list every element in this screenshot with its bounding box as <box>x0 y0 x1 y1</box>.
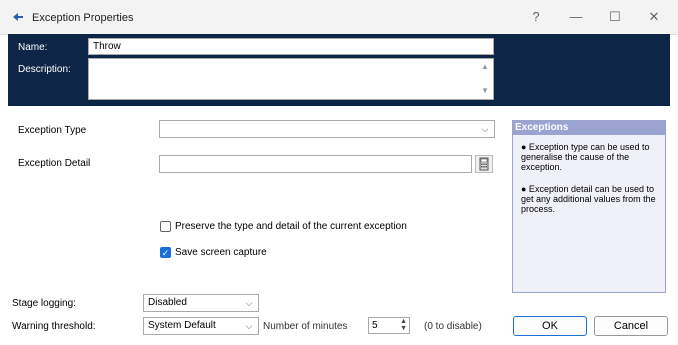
description-label: Description: <box>18 64 71 75</box>
scroll-up-icon[interactable]: ▲ <box>480 62 490 72</box>
cancel-button[interactable]: Cancel <box>594 316 668 336</box>
warning-threshold-select[interactable]: System Default ⌵ <box>143 317 259 335</box>
scroll-down-icon[interactable]: ▼ <box>480 86 490 96</box>
stage-logging-select[interactable]: Disabled ⌵ <box>143 294 259 312</box>
stage-logging-label: Stage logging: <box>12 298 76 309</box>
preserve-checkbox[interactable] <box>160 221 171 232</box>
exception-type-label: Exception Type <box>18 125 87 136</box>
minutes-value: 5 <box>372 320 378 331</box>
disable-hint: (0 to disable) <box>424 321 482 332</box>
calculator-icon <box>479 157 489 171</box>
exception-detail-input[interactable] <box>159 155 472 173</box>
stage-logging-value: Disabled <box>148 297 187 308</box>
window-title: Exception Properties <box>32 12 134 24</box>
close-icon[interactable]: ✕ <box>636 6 672 28</box>
help-icon[interactable]: ? <box>518 6 554 28</box>
name-input[interactable]: Throw <box>88 38 494 55</box>
app-icon <box>12 12 24 22</box>
preserve-label: Preserve the type and detail of the curr… <box>175 221 407 232</box>
header-panel-right <box>498 34 670 106</box>
screen-capture-label: Save screen capture <box>175 247 267 258</box>
minutes-stepper[interactable]: 5 ▲ ▼ <box>368 317 410 334</box>
description-input[interactable] <box>88 58 494 100</box>
warning-threshold-value: System Default <box>148 320 216 331</box>
expression-builder-button[interactable] <box>475 155 493 173</box>
stepper-arrows-icon[interactable]: ▲ ▼ <box>400 318 407 332</box>
exception-type-select[interactable]: ⌵ <box>159 120 495 138</box>
minimize-icon[interactable]: — <box>558 6 594 28</box>
minutes-label: Number of minutes <box>263 321 348 332</box>
chevron-down-icon: ⌵ <box>245 321 253 331</box>
name-label: Name: <box>18 42 48 53</box>
warning-threshold-label: Warning threshold: <box>12 321 96 332</box>
chevron-down-icon: ⌵ <box>245 298 253 308</box>
help-title: Exceptions <box>513 121 665 135</box>
maximize-icon[interactable]: ☐ <box>597 6 633 28</box>
ok-button[interactable]: OK <box>513 316 587 336</box>
help-text-type: ● Exception type can be used to generali… <box>521 142 650 172</box>
chevron-down-icon: ⌵ <box>481 124 489 134</box>
help-panel: Exceptions ● Exception type can be used … <box>512 120 666 293</box>
screen-capture-checkbox[interactable]: ✓ <box>160 247 171 258</box>
exception-detail-label: Exception Detail <box>18 158 91 169</box>
help-text-detail: ● Exception detail can be used to get an… <box>521 184 656 214</box>
